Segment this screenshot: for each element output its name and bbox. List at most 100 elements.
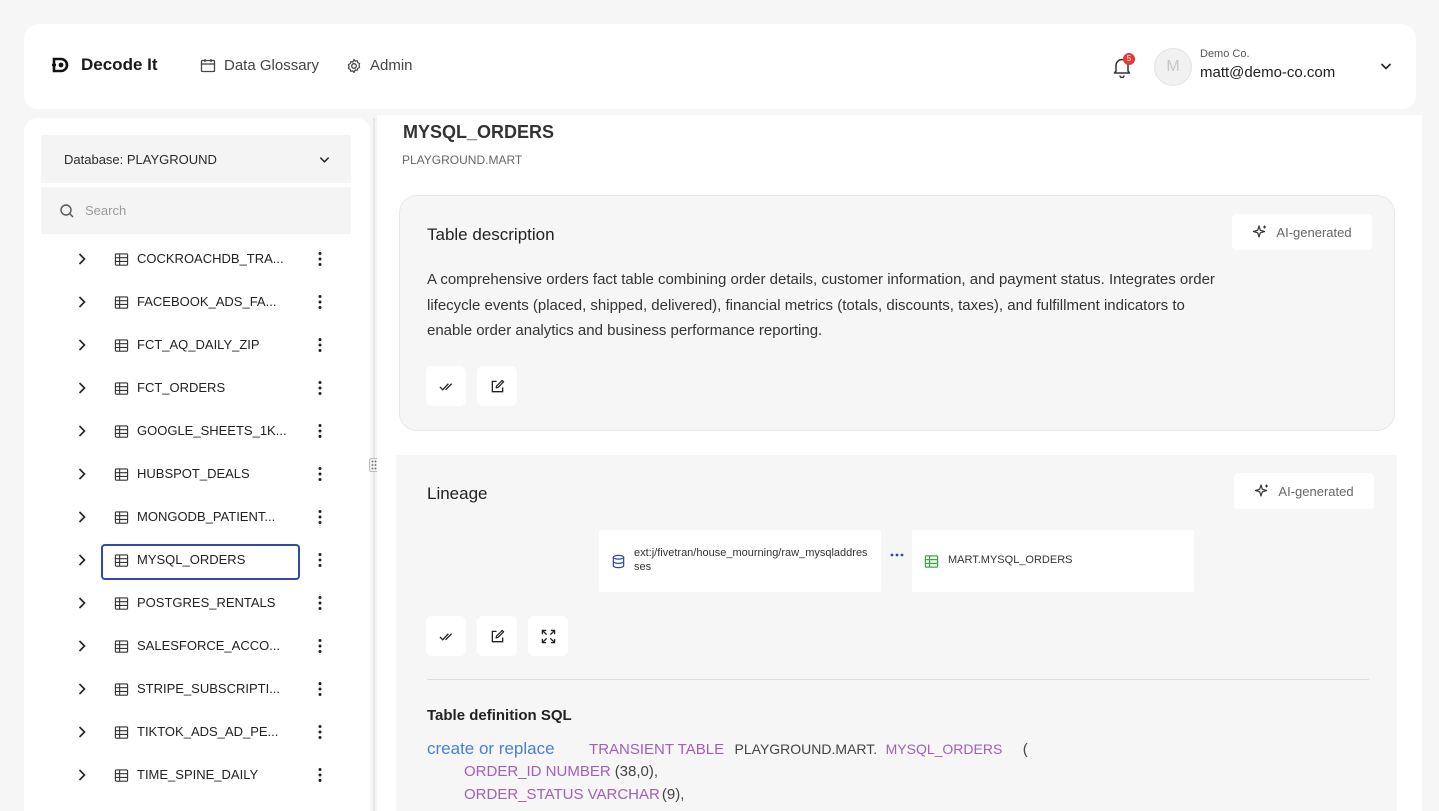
chevron-right-icon[interactable] (76, 639, 88, 653)
chevron-right-icon[interactable] (76, 381, 88, 395)
tree-item-label: POSTGRES_RENTALS (137, 595, 276, 610)
nav-admin-label: Admin (370, 57, 413, 74)
expand-icon (541, 629, 555, 643)
lineage-edge-icon (890, 553, 904, 557)
lineage-source-label: ext:j/fivetran/house_mourning/raw_mysqla… (634, 547, 868, 573)
tree-item[interactable]: SALESFORCE_ACCO... (24, 625, 370, 668)
tree-item-label: HUBSPOT_DEALS (137, 466, 250, 481)
tree-item-label: STRIPE_SUBSCRIPTI... (137, 681, 281, 696)
page-subtitle: PLAYGROUND.MART (402, 153, 523, 167)
tree-item[interactable]: MONGODB_PATIENT... (24, 496, 370, 539)
table-description-card: Table description AI-generated A compreh… (399, 195, 1395, 431)
more-vertical-icon[interactable] (314, 508, 326, 526)
tree-item[interactable]: FCT_ORDERS (24, 367, 370, 410)
edit-icon (491, 629, 504, 642)
sql-title: Table definition SQL (427, 707, 572, 724)
tree-item-label: FCT_ORDERS (137, 380, 226, 395)
page-title: MYSQL_ORDERS (403, 122, 555, 142)
table-icon (114, 511, 129, 524)
expand-button[interactable] (528, 616, 568, 656)
top-header: Decode It Data Glossary Admin 5 M Demo C… (24, 24, 1416, 109)
table-icon (114, 554, 129, 567)
tree-item-label: TIME_SPINE_DAILY (137, 767, 259, 782)
chevron-down-icon[interactable] (1379, 59, 1393, 73)
chevron-right-icon[interactable] (76, 252, 88, 266)
chevron-right-icon[interactable] (76, 682, 88, 696)
tree-item[interactable]: STRIPE_SUBSCRIPTI... (24, 668, 370, 711)
edit-icon (491, 379, 504, 392)
tree-item[interactable]: COCKROACHDB_TRA... (24, 238, 370, 281)
table-icon (114, 296, 129, 309)
tree-item[interactable]: HUBSPOT_DEALS (24, 453, 370, 496)
chevron-right-icon[interactable] (76, 596, 88, 610)
tree-item-label: GOOGLE_SHEETS_1K... (137, 423, 287, 438)
tree-item[interactable]: TIKTOK_ADS_AD_PE... (24, 711, 370, 754)
more-vertical-icon[interactable] (314, 680, 326, 698)
tree-item[interactable]: GOOGLE_SHEETS_1K... (24, 410, 370, 453)
sql-type: (38,0), (614, 763, 659, 780)
tree-item[interactable]: FCT_AQ_DAILY_ZIP (24, 324, 370, 367)
avatar[interactable]: M (1154, 48, 1192, 86)
approve-button[interactable] (426, 366, 466, 406)
more-vertical-icon[interactable] (314, 551, 326, 569)
more-vertical-icon[interactable] (314, 465, 326, 483)
sql-schema: PLAYGROUND.MART. (734, 741, 878, 757)
table-description-text: A comprehensive orders fact table combin… (427, 271, 1215, 339)
more-vertical-icon[interactable] (314, 422, 326, 440)
tree-item-label: SALESFORCE_ACCO... (137, 638, 281, 653)
more-vertical-icon[interactable] (314, 723, 326, 741)
user-company: Demo Co. (1200, 48, 1250, 60)
nav-admin[interactable]: Admin (346, 57, 413, 74)
nav-data-glossary[interactable]: Data Glossary (200, 57, 319, 74)
tree-item-label: TIKTOK_ADS_AD_PE... (137, 724, 279, 739)
database-select[interactable]: Database: PLAYGROUND (41, 135, 351, 183)
more-vertical-icon[interactable] (314, 379, 326, 397)
tree-item[interactable]: FACEBOOK_ADS_FA... (24, 281, 370, 324)
more-vertical-icon[interactable] (314, 336, 326, 354)
user-email: matt@demo-co.com (1200, 64, 1336, 81)
sql-column: ORDER_ID NUMBER (464, 763, 611, 780)
approve-button[interactable] (426, 616, 466, 656)
search-icon (60, 204, 74, 218)
table-icon (114, 253, 129, 266)
chevron-right-icon[interactable] (76, 553, 88, 567)
sql-keyword: TRANSIENT TABLE (589, 741, 725, 758)
sparkle-icon (1255, 484, 1269, 497)
tree-item[interactable]: TIME_SPINE_DAILY (24, 754, 370, 797)
more-vertical-icon[interactable] (314, 637, 326, 655)
lineage-target-node[interactable]: MART.MYSQL_ORDERS (912, 530, 1194, 592)
edit-button[interactable] (477, 366, 517, 406)
lineage-source-node[interactable]: ext:j/fivetran/house_mourning/raw_mysqla… (599, 530, 881, 592)
search-input[interactable] (85, 187, 335, 234)
more-vertical-icon[interactable] (314, 594, 326, 612)
ai-generated-label: AI-generated (1276, 224, 1352, 240)
chevron-right-icon[interactable] (76, 338, 88, 352)
nav-data-glossary-label: Data Glossary (224, 57, 320, 74)
double-check-icon (438, 382, 452, 391)
chevron-right-icon[interactable] (76, 510, 88, 524)
search-box[interactable] (41, 187, 351, 234)
tree-item[interactable]: POSTGRES_RENTALS (24, 582, 370, 625)
more-vertical-icon[interactable] (314, 293, 326, 311)
more-vertical-icon[interactable] (314, 250, 326, 268)
brand[interactable]: Decode It (51, 55, 158, 75)
database-select-label: Database: PLAYGROUND (64, 152, 217, 167)
tree-item[interactable]: MYSQL_ORDERS (24, 539, 370, 582)
sql-line-2: ORDER_ID NUMBER (38,0), (464, 763, 658, 781)
sidebar: Database: PLAYGROUND COCKROACHDB_TRA... F… (24, 118, 370, 811)
sql-punct: ( (1022, 741, 1028, 758)
sql-line-3: ORDER_STATUS VARCHAR (9), (464, 786, 684, 804)
chevron-right-icon[interactable] (76, 467, 88, 481)
table-icon (114, 339, 129, 352)
calendar-icon (200, 58, 216, 72)
more-vertical-icon[interactable] (314, 766, 326, 784)
chevron-right-icon[interactable] (76, 725, 88, 739)
gear-icon (347, 58, 361, 73)
chevron-right-icon[interactable] (76, 768, 88, 782)
sql-keyword: create or replace (427, 739, 555, 758)
chevron-right-icon[interactable] (76, 424, 88, 438)
chevron-right-icon[interactable] (76, 295, 88, 309)
tree-item-label: MONGODB_PATIENT... (137, 509, 276, 524)
database-icon (612, 554, 625, 569)
edit-button[interactable] (477, 616, 517, 656)
